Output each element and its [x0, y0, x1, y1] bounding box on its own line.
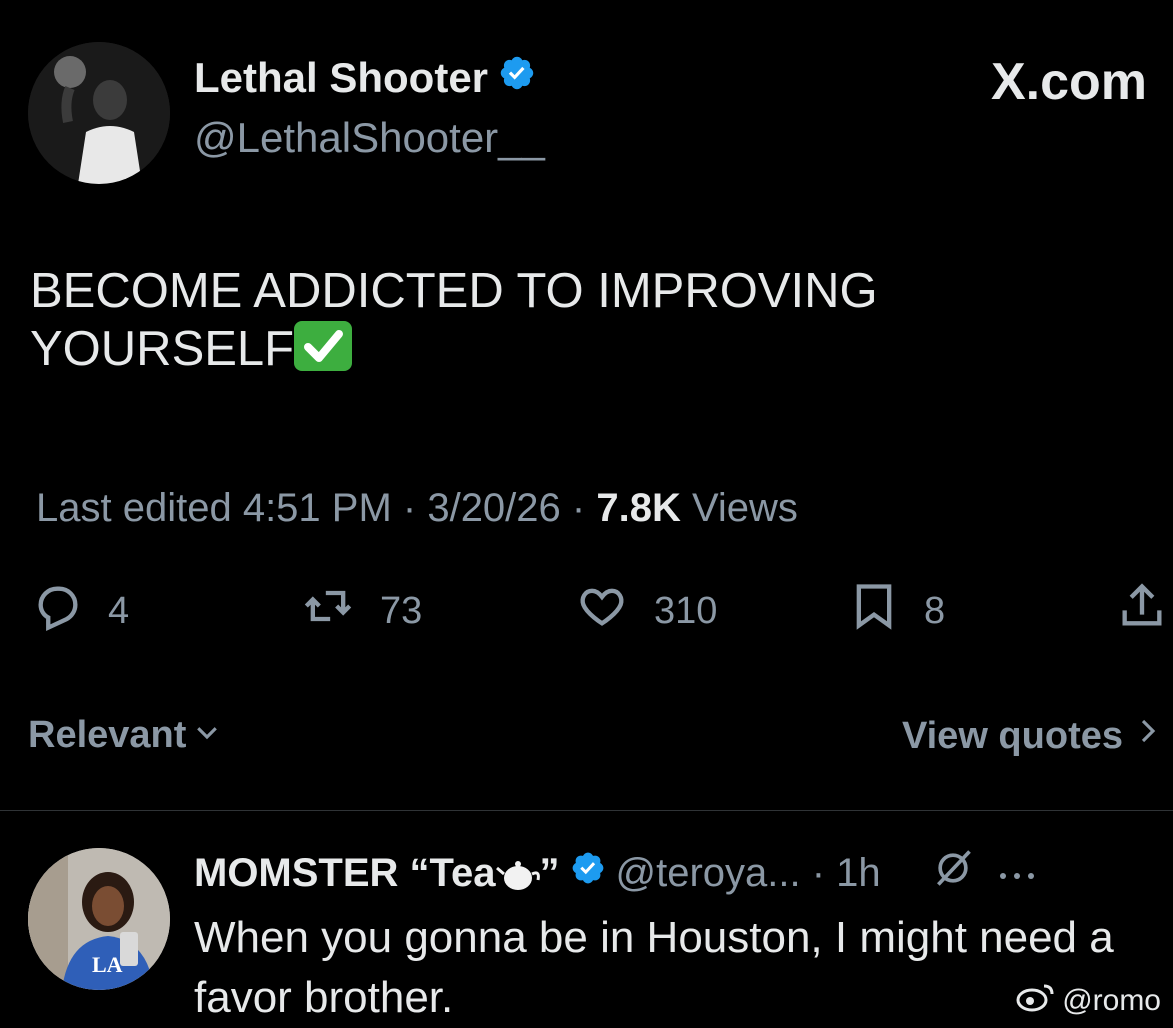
repost-count: 73: [380, 589, 423, 632]
reply-handle-time[interactable]: @teroya... · 1h: [616, 851, 881, 896]
chevron-right-icon: [1133, 714, 1163, 758]
author-handle[interactable]: @LethalShooter__: [194, 114, 545, 162]
repost-action[interactable]: 73: [298, 585, 422, 637]
author-avatar[interactable]: [28, 42, 170, 184]
reply-author-avatar[interactable]: LA: [28, 848, 170, 990]
reply-action[interactable]: 4: [30, 585, 129, 637]
tweet-text-line-1: BECOME ADDICTED TO IMPROVING: [30, 264, 878, 318]
like-action[interactable]: 310: [572, 585, 717, 637]
tweet-meta: Last edited 4:51 PM · 3/20/26 · 7.8K Vie…: [36, 486, 798, 531]
divider: [0, 810, 1173, 811]
bookmark-count: 8: [924, 589, 946, 632]
views-count: 7.8K: [596, 486, 681, 530]
tweet-text: BECOME ADDICTED TO IMPROVING YOURSELF: [30, 262, 1030, 378]
edited-timestamp[interactable]: Last edited 4:51 PM · 3/20/26: [36, 486, 561, 530]
repost-icon: [298, 580, 358, 642]
author-name-row[interactable]: Lethal Shooter: [194, 54, 536, 102]
views-label: Views: [680, 486, 798, 530]
like-count: 310: [654, 589, 718, 632]
reply-count: 4: [108, 589, 130, 632]
bookmark-icon: [846, 580, 902, 642]
tweet-text-line-2: YOURSELF: [30, 322, 295, 376]
author-name[interactable]: Lethal Shooter: [194, 54, 488, 102]
view-quotes-link[interactable]: View quotes: [902, 714, 1163, 758]
check-mark-emoji-icon: [294, 321, 353, 371]
view-quotes-label: View quotes: [901, 714, 1123, 757]
verified-badge-icon: [498, 54, 536, 102]
reply-text: When you gonna be in Houston, I might ne…: [194, 913, 1114, 1022]
verified-badge-icon: [570, 850, 606, 896]
teapot-emoji-icon: [495, 851, 540, 895]
meta-separator: ·: [560, 486, 597, 530]
reply-author-name[interactable]: MOMSTER “Tea”: [194, 851, 560, 896]
share-action[interactable]: [1116, 583, 1168, 637]
tweet-text-line-2-row: YOURSELF: [30, 320, 1030, 378]
reply-icon: [30, 580, 86, 642]
watermark: @romo: [1016, 980, 1161, 1022]
watermark-text: @romo: [1062, 984, 1161, 1017]
reply-header: MOMSTER “Tea” @teroya... · 1h: [194, 846, 1037, 900]
weibo-icon: [1016, 980, 1056, 1022]
more-options-icon[interactable]: [997, 851, 1037, 896]
grok-icon[interactable]: [931, 846, 975, 900]
chevron-down-icon: [192, 714, 222, 757]
heart-icon: [572, 580, 632, 642]
bookmark-action[interactable]: 8: [846, 584, 946, 637]
share-icon: [1116, 580, 1168, 642]
brand-logo: X.com: [990, 53, 1147, 111]
sort-dropdown[interactable]: Relevant: [28, 714, 222, 757]
sort-label: Relevant: [28, 714, 187, 756]
svg-text:LA: LA: [92, 952, 123, 977]
